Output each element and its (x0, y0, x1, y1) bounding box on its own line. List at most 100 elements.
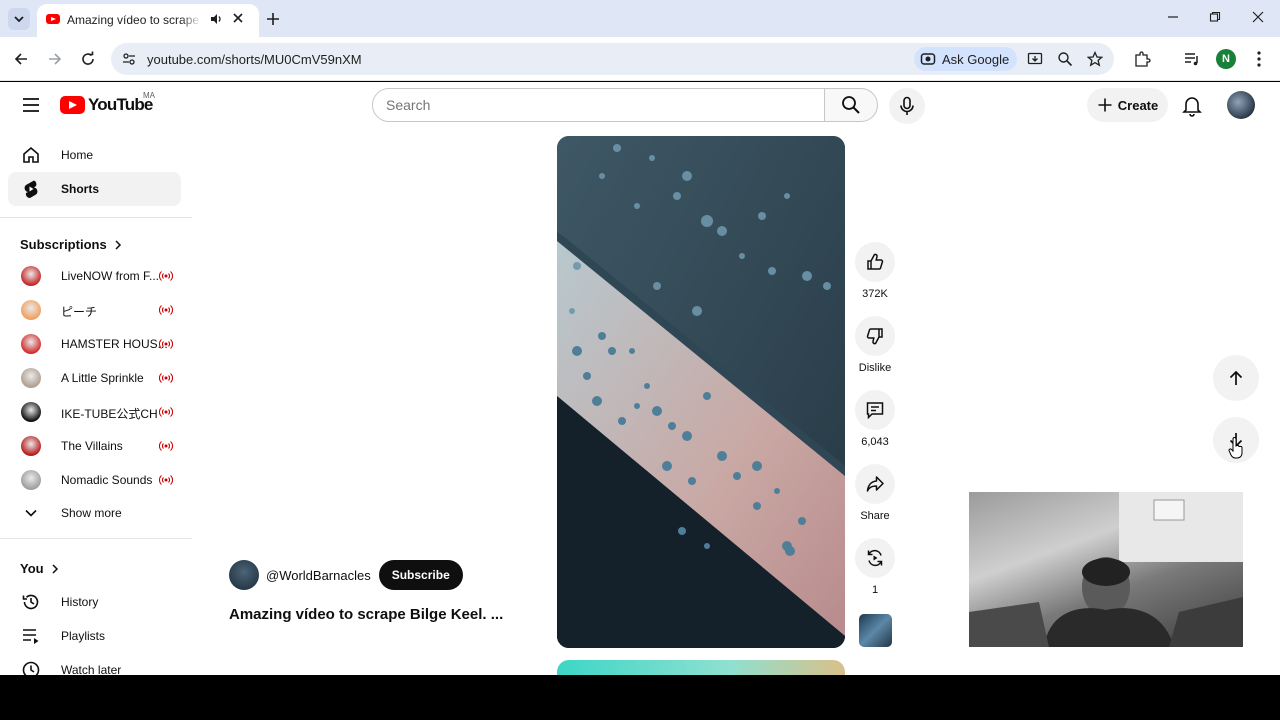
dislike-button[interactable] (855, 316, 895, 356)
url-text: youtube.com/shorts/MU0CmV59nXM (147, 52, 362, 67)
sidebar-divider (0, 217, 192, 218)
channel-avatar (21, 334, 41, 354)
sidebar-item-history[interactable]: History (8, 585, 181, 619)
live-broadcast-icon (159, 407, 173, 417)
ask-google-button[interactable]: Ask Google (914, 47, 1018, 71)
watch-later-icon (21, 660, 41, 675)
live-broadcast-icon (159, 271, 173, 281)
like-button[interactable] (855, 242, 895, 282)
extensions-icon[interactable] (1133, 50, 1151, 68)
new-tab-icon[interactable] (264, 10, 282, 28)
next-short-preview[interactable] (557, 660, 845, 675)
previous-short-button[interactable] (1213, 355, 1259, 401)
browser-tab-bar: Amazing vídeo to scrape Bilge Keel (0, 0, 1280, 37)
subscription-label: ピーチ (61, 305, 98, 319)
subscription-label: IKE-TUBE公式CH (61, 407, 158, 421)
close-tab-icon[interactable] (232, 12, 244, 24)
show-more-button[interactable]: Show more (8, 496, 181, 530)
close-window-icon[interactable] (1251, 10, 1265, 24)
sidebar-item-shorts[interactable]: Shorts (8, 172, 181, 206)
bookmark-star-icon[interactable] (1087, 51, 1103, 67)
share-button[interactable] (855, 464, 895, 504)
remix-button[interactable] (855, 538, 895, 578)
sidebar-item-playlists[interactable]: Playlists (8, 619, 181, 653)
subscription-item[interactable]: The Villains (8, 429, 181, 463)
channel-name[interactable]: @WorldBarnacles (266, 568, 371, 583)
comment-icon (866, 402, 884, 420)
tab-title: Amazing vídeo to scrape Bilge Keel (67, 13, 201, 27)
comment-count: 6,043 (861, 436, 889, 448)
account-avatar[interactable] (1227, 91, 1255, 119)
channel-avatar-image (21, 300, 41, 320)
browser-tab-active[interactable]: Amazing vídeo to scrape Bilge Keel (37, 4, 259, 37)
sidebar-item-label: Watch later (61, 663, 122, 675)
zoom-icon[interactable] (1057, 51, 1073, 67)
browser-toolbar: youtube.com/shorts/MU0CmV59nXM Ask Googl… (0, 37, 1280, 81)
voice-search-button[interactable] (889, 88, 925, 124)
subscription-label: Nomadic Sounds (61, 473, 153, 487)
reload-button[interactable] (78, 49, 98, 69)
youtube-favicon-icon (46, 14, 60, 24)
profile-avatar[interactable]: N (1216, 49, 1236, 69)
sidebar-item-label: History (61, 595, 99, 609)
channel-avatar (21, 470, 41, 490)
sidebar-item-label: Playlists (61, 629, 106, 643)
media-controls-icon[interactable] (1183, 50, 1201, 68)
notifications-bell-icon[interactable] (1182, 95, 1202, 117)
sidebar-item-watch-later[interactable]: Watch later (8, 653, 181, 675)
live-broadcast-icon (159, 475, 173, 485)
search-input[interactable] (386, 95, 806, 115)
short-title[interactable]: Amazing vídeo to scrape Bilge Keel. ... (229, 606, 503, 623)
subscribe-button[interactable]: Subscribe (378, 560, 463, 590)
subscription-label: HAMSTER HOUS... (61, 337, 168, 351)
chevron-down-icon (14, 16, 24, 23)
search-button[interactable] (824, 88, 878, 122)
channel-avatar-image (21, 436, 41, 456)
install-app-icon[interactable] (1027, 51, 1043, 67)
back-button[interactable] (11, 49, 31, 69)
youtube-page: YouTube MA Create Home Shorts (0, 82, 1280, 675)
channel-avatar (21, 402, 41, 422)
sidebar-divider (0, 538, 192, 539)
channel-avatar[interactable] (229, 560, 259, 590)
plus-icon (1098, 98, 1112, 112)
channel-avatar-image (21, 334, 41, 354)
subscription-item[interactable]: LiveNOW from F... (8, 259, 181, 293)
subscription-item[interactable]: HAMSTER HOUS... (8, 327, 181, 361)
you-heading[interactable]: You (20, 561, 60, 576)
chevron-right-icon (52, 563, 58, 574)
create-button[interactable]: Create (1087, 88, 1168, 122)
tab-search-button[interactable] (8, 8, 30, 30)
sidebar: Home Shorts Subscriptions LiveNOW from F… (0, 138, 192, 675)
subscription-item[interactable]: IKE-TUBE公式CH (8, 395, 181, 429)
subscriptions-heading[interactable]: Subscriptions (20, 237, 123, 252)
subscription-item[interactable]: ピーチ (8, 293, 181, 327)
address-bar[interactable]: youtube.com/shorts/MU0CmV59nXM Ask Googl… (111, 43, 1114, 75)
comments-button[interactable] (855, 390, 895, 430)
more-menu-icon[interactable] (1252, 50, 1266, 68)
share-icon (866, 476, 884, 492)
restore-icon[interactable] (1208, 10, 1222, 24)
youtube-logo[interactable]: YouTube MA (60, 91, 155, 115)
speaker-icon[interactable] (209, 12, 223, 26)
shorts-icon (21, 179, 41, 199)
share-action: Share (855, 464, 895, 522)
webcam-person-image (969, 492, 1243, 647)
forward-button[interactable] (45, 49, 65, 69)
hamburger-menu-icon[interactable] (21, 96, 41, 114)
thumbs-up-icon (867, 253, 884, 270)
site-info-icon[interactable] (121, 51, 137, 67)
subscription-item[interactable]: A Little Sprinkle (8, 361, 181, 395)
arrow-up-icon (1229, 370, 1243, 385)
playlists-icon (21, 626, 41, 646)
sidebar-item-home[interactable]: Home (8, 138, 181, 172)
country-code: MA (143, 91, 155, 100)
reload-icon (82, 51, 94, 65)
subscription-item[interactable]: Nomadic Sounds (8, 463, 181, 497)
sidebar-item-label: Home (61, 148, 94, 162)
comments-action: 6,043 (855, 390, 895, 448)
shorts-video-player[interactable] (557, 136, 845, 648)
minimize-icon[interactable] (1166, 10, 1180, 24)
create-label: Create (1117, 97, 1159, 113)
sound-thumbnail[interactable] (859, 614, 892, 647)
